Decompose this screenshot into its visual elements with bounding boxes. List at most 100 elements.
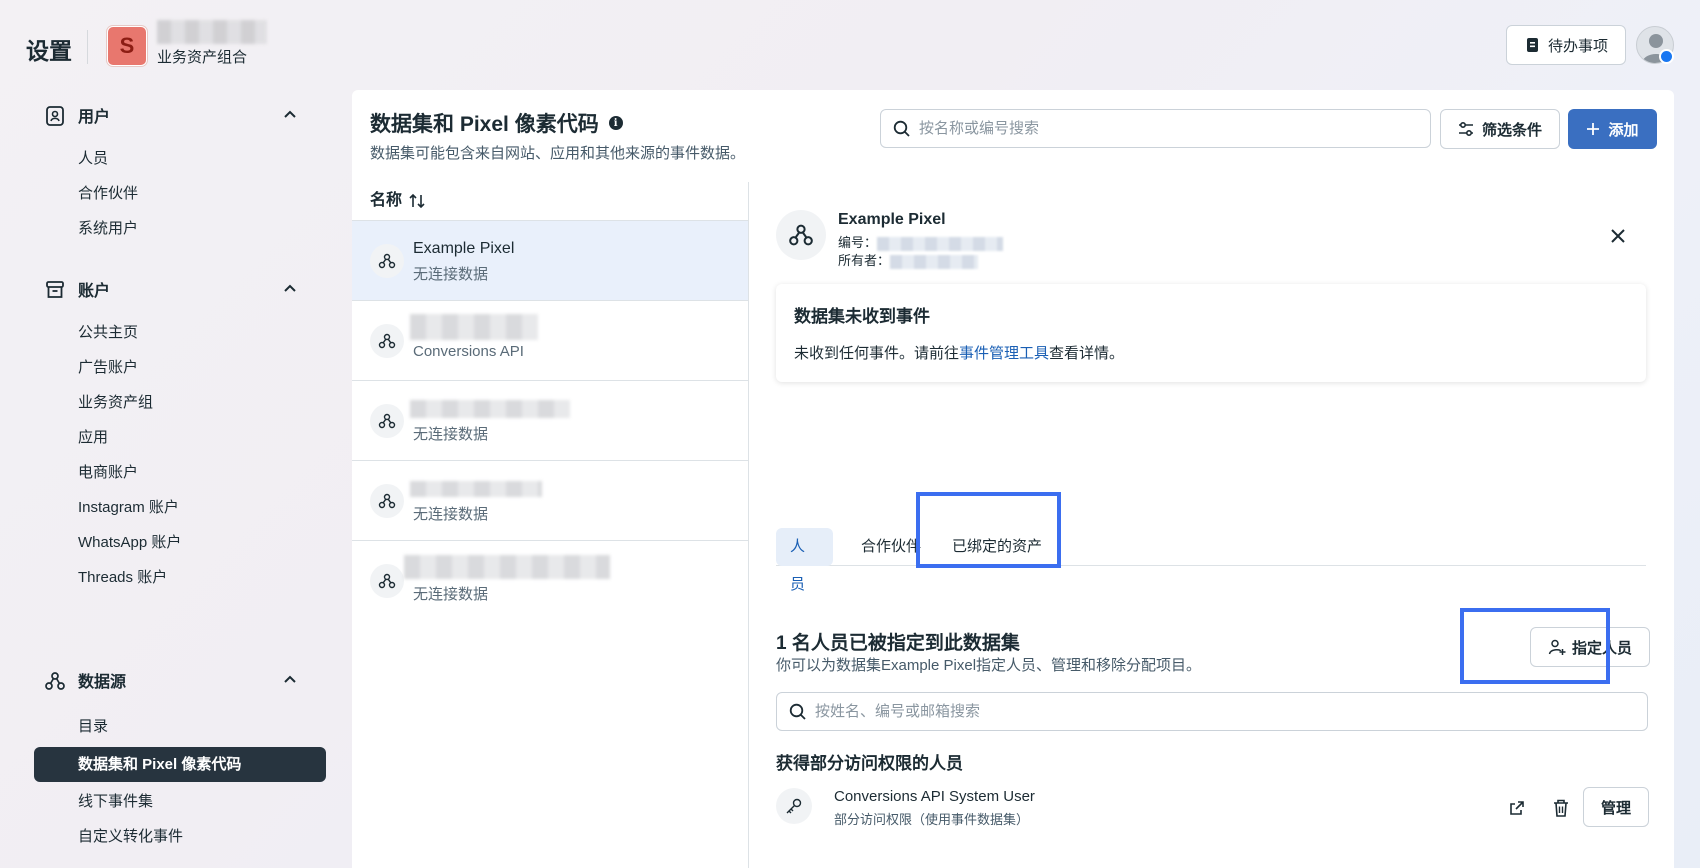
add-label: 添加 [1608, 121, 1639, 139]
highlight-assign-button [1460, 608, 1610, 684]
dataset-icon [370, 484, 404, 518]
dataset-name: Example Pixel [413, 240, 515, 257]
owner-value-redacted [890, 254, 979, 269]
business-subtitle: 业务资产组合 [157, 49, 248, 66]
dataset-status: Conversions API [413, 343, 524, 360]
list-header-name[interactable]: 名称 [370, 182, 426, 220]
sidebar-item-threads[interactable]: Threads 账户 [34, 560, 326, 595]
chevron-up-icon[interactable] [282, 281, 298, 297]
sidebar-item-instagram[interactable]: Instagram 账户 [34, 490, 326, 525]
external-link-icon[interactable] [1508, 799, 1526, 817]
sidebar-item-ad-accounts[interactable]: 广告账户 [34, 350, 326, 385]
tab-people[interactable]: 人员 [776, 528, 833, 593]
business-avatar[interactable]: S [107, 26, 147, 66]
sidebar-item-datasets-pixels[interactable]: 数据集和 Pixel 像素代码 [34, 747, 326, 782]
panel-title-text: 数据集和 Pixel 像素代码 [370, 113, 599, 136]
search-icon [893, 120, 910, 137]
notice-text-after: 查看详情。 [1049, 345, 1125, 362]
id-label: 编号： [838, 235, 878, 250]
dataset-search-input[interactable] [919, 120, 1399, 137]
plus-icon [1587, 123, 1600, 135]
dataset-icon [776, 210, 826, 260]
list-header-label: 名称 [370, 192, 403, 209]
list-item[interactable]: Conversions API [352, 300, 748, 380]
sidebar-section-data-sources[interactable]: 数据源 [34, 660, 326, 700]
divider [87, 30, 88, 64]
dataset-status: 无连接数据 [413, 426, 489, 443]
todo-label: 待办事项 [1547, 37, 1608, 55]
sidebar-section-accounts[interactable]: 账户 [34, 269, 326, 309]
page-title: 设置 [26, 38, 72, 64]
sidebar-item-pages[interactable]: 公共主页 [34, 315, 326, 350]
system-user-access: 部分访问权限（使用事件数据集） [834, 812, 1030, 827]
sidebar-item-system-users[interactable]: 系统用户 [34, 211, 326, 246]
dataset-detail: Example Pixel 编号： 所有者： 数据集未收到事件 未收到任何事件。… [750, 182, 1674, 868]
info-icon[interactable]: i [608, 116, 623, 130]
dataset-status: 无连接数据 [413, 266, 489, 283]
dataset-status: 无连接数据 [413, 506, 489, 523]
sidebar-item-commerce-accounts[interactable]: 电商账户 [34, 455, 326, 490]
data-source-icon [45, 672, 65, 690]
panel-subtitle: 数据集可能包含来自网站、应用和其他来源的事件数据。 [370, 145, 746, 162]
owner-label: 所有者： [838, 253, 891, 268]
detail-dataset-name: Example Pixel [838, 211, 946, 228]
sidebar-section-label: 账户 [78, 283, 111, 300]
dataset-name-redacted [410, 400, 570, 418]
partial-access-title: 获得部分访问权限的人员 [776, 754, 963, 773]
sidebar-section-label: 数据源 [78, 674, 127, 691]
list-item[interactable]: 无连接数据 [352, 380, 748, 460]
todo-list-icon [1526, 38, 1538, 52]
main-panel: 数据集和 Pixel 像素代码 i 数据集可能包含来自网站、应用和其他来源的事件… [352, 90, 1674, 868]
sidebar-item-custom-conversions[interactable]: 自定义转化事件 [34, 819, 326, 854]
search-icon [789, 703, 806, 720]
highlight-connected-assets-tab [916, 492, 1061, 568]
detail-tabs: 人员 合作伙伴 已绑定的资产 [776, 528, 1646, 593]
people-search[interactable] [776, 692, 1648, 731]
events-manager-link[interactable]: 事件管理工具 [959, 345, 1049, 362]
sliders-icon [1458, 121, 1473, 137]
archive-box-icon [46, 281, 64, 298]
no-events-notice: 数据集未收到事件 未收到任何事件。请前往事件管理工具查看详情。 [776, 284, 1646, 382]
dataset-search[interactable] [880, 109, 1431, 148]
sidebar-section-users[interactable]: 用户 [34, 95, 326, 135]
sidebar-section-label: 用户 [78, 109, 111, 126]
list-item[interactable]: 无连接数据 [352, 540, 748, 620]
sidebar-item-whatsapp[interactable]: WhatsApp 账户 [34, 525, 326, 560]
id-value-redacted [877, 236, 1004, 251]
chevron-up-icon[interactable] [282, 107, 298, 123]
top-bar: 设置 S 业务资产组合 待办事项 [0, 0, 1700, 90]
chevron-up-icon[interactable] [282, 672, 298, 688]
sidebar-item-people[interactable]: 人员 [34, 141, 326, 176]
trash-icon[interactable] [1552, 798, 1570, 818]
facebook-badge-icon [1659, 49, 1674, 64]
filter-button[interactable]: 筛选条件 [1440, 109, 1560, 149]
people-section-subtitle: 你可以为数据集Example Pixel指定人员、管理和移除分配项目。 [776, 657, 1202, 674]
dataset-icon [370, 244, 404, 278]
add-button[interactable]: 添加 [1568, 109, 1657, 149]
sort-icon[interactable] [408, 193, 426, 209]
people-search-input[interactable] [815, 703, 1615, 720]
notice-text: 未收到任何事件。请前往事件管理工具查看详情。 [794, 342, 1124, 363]
dataset-icon [370, 324, 404, 358]
manage-button[interactable]: 管理 [1583, 787, 1649, 827]
system-user-name: Conversions API System User [834, 788, 1035, 805]
list-item[interactable]: 无连接数据 [352, 460, 748, 540]
sidebar-item-partners[interactable]: 合作伙伴 [34, 176, 326, 211]
dataset-status: 无连接数据 [413, 586, 489, 603]
user-badge-icon [46, 106, 64, 126]
sidebar-item-asset-groups[interactable]: 业务资产组 [34, 385, 326, 420]
notice-text-before: 未收到任何事件。请前往 [794, 345, 960, 362]
dataset-name-redacted [410, 314, 538, 340]
sidebar-item-catalog[interactable]: 目录 [34, 709, 326, 744]
sidebar-item-offline-event-sets[interactable]: 线下事件集 [34, 784, 326, 819]
dataset-name-redacted [404, 555, 610, 579]
list-item[interactable]: Example Pixel 无连接数据 [352, 220, 748, 300]
key-icon [776, 788, 812, 824]
close-icon[interactable] [1608, 226, 1628, 246]
dataset-icon [370, 564, 404, 598]
dataset-name-redacted [410, 481, 542, 497]
detail-id: 编号： [838, 232, 1004, 251]
todo-button[interactable]: 待办事项 [1506, 25, 1626, 65]
people-section-title: 1 名人员已被指定到此数据集 [776, 633, 1020, 654]
sidebar-item-apps[interactable]: 应用 [34, 420, 326, 455]
